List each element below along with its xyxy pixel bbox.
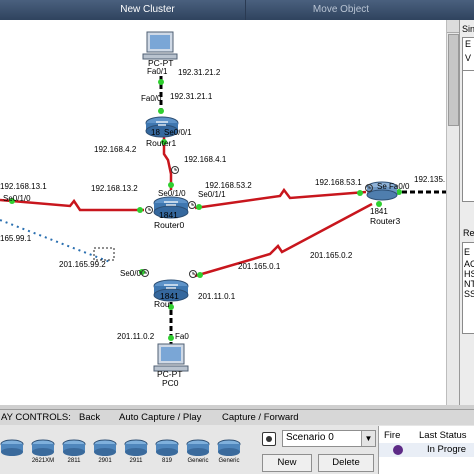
router-tile-icon — [93, 439, 117, 456]
event-list-tab[interactable]: V — [465, 53, 471, 63]
ip-label: 201.165.0.1 — [238, 262, 281, 271]
router2-label: Rou — [154, 299, 170, 309]
router-tile-icon — [124, 439, 148, 456]
router1-model: 18 — [151, 128, 160, 137]
logical-workspace[interactable]: PC-PT Fa0/1 18 Se0/0/1 Router1 1841 Rout… — [0, 20, 446, 405]
router-tile-icon — [186, 439, 210, 456]
col-header-fire: Fire — [384, 430, 401, 441]
ip-label: 165.99.1 — [0, 234, 32, 243]
move-object-button[interactable]: Move Object — [245, 0, 436, 20]
back-button[interactable]: Back — [79, 410, 100, 425]
ip-label: 192.168.4.1 — [184, 155, 227, 164]
port-label: Se0/1/1 — [198, 190, 226, 199]
port-label: Se0/0 — [120, 269, 141, 278]
filter-label: SSI — [464, 289, 474, 299]
scenario-select[interactable]: Scenario 0 ▼ — [282, 430, 376, 447]
ip-label: 192.135. — [414, 175, 446, 184]
serial-router2-router3[interactable] — [194, 202, 373, 278]
ip-label: 201.165.99.2 — [59, 260, 106, 269]
delete-scenario-button[interactable]: Delete — [318, 454, 374, 472]
reset-label[interactable]: Re — [463, 228, 474, 238]
pc0-label: PC0 — [162, 378, 179, 388]
router-tile-icon — [31, 439, 55, 456]
port-label: Fa0/0 — [141, 94, 162, 103]
ip-label: 192.168.53.1 — [315, 178, 362, 187]
ip-label: 201.165.0.2 — [310, 251, 353, 260]
router-tile-label: 2811 — [67, 458, 81, 464]
scenario-toggle-icon[interactable] — [262, 432, 276, 446]
filter-box: E AC HS NT SSI — [462, 242, 474, 334]
filter-label: HS — [464, 269, 474, 279]
router1-port: Se0/0/1 — [164, 128, 192, 137]
router-tile-icon — [217, 439, 241, 456]
event-list-area[interactable] — [462, 70, 474, 202]
router-tile-label: Generic — [187, 458, 209, 464]
event-list-tab[interactable]: E — [465, 39, 471, 49]
ip-label: 192.168.53.2 — [205, 181, 252, 190]
port-status-dots — [9, 79, 402, 341]
router3-port: Se Fa0/0 — [377, 182, 410, 191]
ip-label: 192.168.13.2 — [91, 184, 138, 193]
filter-label: E — [464, 247, 471, 257]
chevron-down-icon[interactable]: ▼ — [361, 431, 375, 446]
pc-top-icon[interactable] — [142, 31, 178, 60]
router-tile-icon — [155, 439, 179, 456]
top-toolbar: New Cluster Move Object — [0, 0, 474, 21]
router3-label: Router3 — [370, 216, 401, 226]
table-row[interactable]: In Progre — [379, 443, 474, 457]
router1-label: Router1 — [146, 138, 177, 148]
ip-label: 192.168.4.2 — [94, 145, 137, 154]
port-label: Se0/1/0 — [3, 194, 31, 203]
router-tile-label: 819 — [161, 458, 172, 464]
pdu-status: In Progre — [427, 444, 467, 455]
router-tile-label: Generic — [218, 458, 240, 464]
capture-forward-button[interactable]: Capture / Forward — [222, 410, 299, 425]
play-controls-title: AY CONTROLS: — [1, 412, 71, 423]
port-label: Se0/1/0 — [158, 189, 186, 198]
filter-label: NT — [464, 279, 474, 289]
router-tile-label: 2911 — [129, 458, 143, 464]
ip-label: 201.11.0.1 — [198, 292, 236, 301]
event-list-box[interactable]: E V — [462, 37, 474, 71]
play-controls-bar: AY CONTROLS: Back Auto Capture / Play Ca… — [0, 409, 474, 426]
auto-capture-play-button[interactable]: Auto Capture / Play — [119, 410, 201, 425]
router-tile-icon — [0, 439, 24, 456]
filter-label: AC — [464, 259, 474, 269]
vertical-scrollbar[interactable] — [446, 20, 459, 405]
new-scenario-button[interactable]: New — [262, 454, 312, 472]
router-tile-label: 2901 — [98, 458, 112, 464]
scenario-selected-value: Scenario 0 — [286, 432, 334, 443]
router0-model: 1841 — [159, 210, 178, 220]
router-tile-label: 2621XM — [31, 458, 55, 464]
ip-label: 192.168.13.1 — [0, 182, 47, 191]
scroll-up-arrow-icon[interactable] — [447, 20, 459, 33]
ip-label: 201.11.0.2 — [117, 332, 155, 341]
router3-model: 1841 — [370, 207, 388, 216]
sim-panel-title: Sin — [462, 24, 474, 34]
simulation-panel: Sin E V Re E AC HS NT SSI — [459, 20, 474, 405]
pc-top-port: Fa0/1 — [147, 67, 168, 76]
pdu-color-icon — [393, 445, 403, 455]
pc0-icon[interactable] — [153, 343, 189, 372]
pdu-list-table: Fire Last Status In Progre — [378, 426, 474, 474]
new-cluster-button[interactable]: New Cluster — [50, 0, 245, 20]
pdu-selection-box[interactable] — [93, 247, 115, 261]
ip-label: 192.31.21.2 — [178, 68, 221, 77]
scroll-thumb[interactable] — [448, 34, 459, 126]
router-tiles[interactable] — [0, 427, 256, 473]
router0-label: Router0 — [154, 220, 185, 230]
pc0-port: Fa0 — [175, 332, 189, 341]
router-tile-icon — [62, 439, 86, 456]
col-header-last-status: Last Status — [419, 430, 467, 441]
ip-label: 192.31.21.1 — [170, 92, 213, 101]
